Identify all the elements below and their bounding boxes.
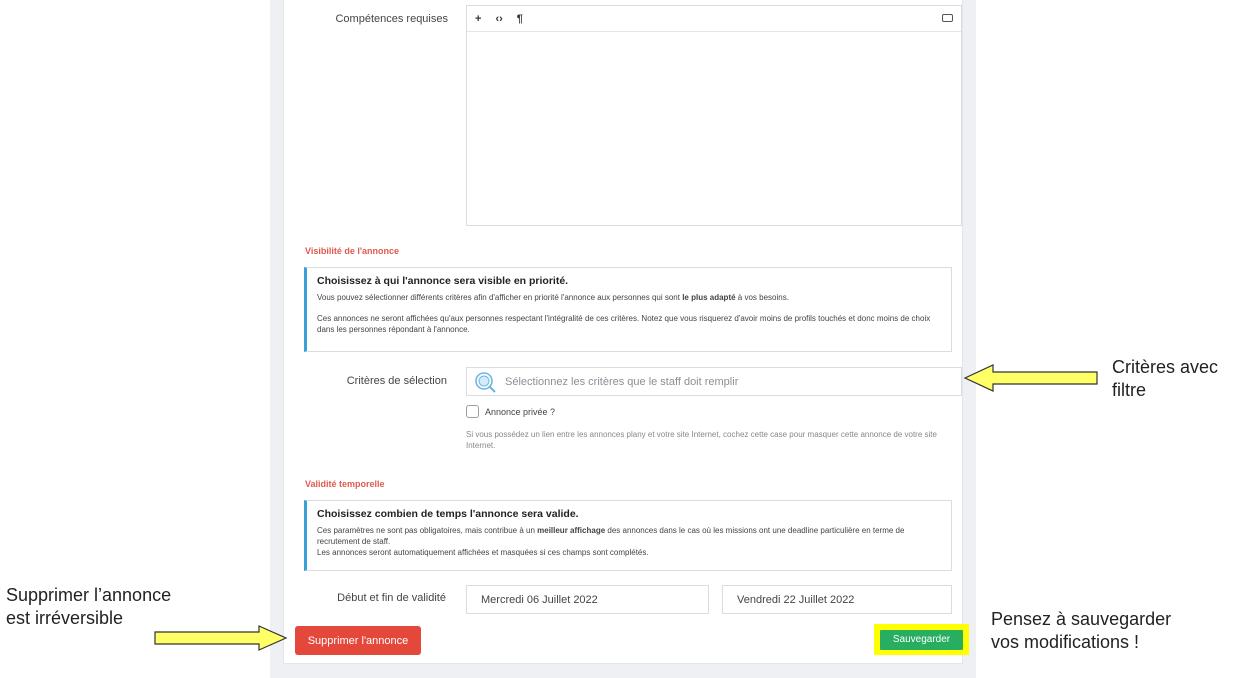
skills-label: Compétences requises [335, 13, 448, 25]
plus-icon[interactable]: + [475, 13, 481, 25]
private-checkbox-row[interactable]: Annonce privée ? [466, 405, 555, 418]
visibility-box-title: Choisissez à qui l'annonce sera visible … [317, 275, 569, 287]
validity-section-title: Validité temporelle [305, 479, 385, 489]
delete-annotation: Supprimer l’annonce est irréversible [6, 585, 172, 628]
private-checkbox[interactable] [466, 405, 479, 418]
delete-arrow-icon [154, 625, 288, 651]
criteria-label: Critères de sélection [346, 375, 447, 387]
criteria-annotation: Critères avec filtre [1112, 357, 1219, 400]
visibility-text-2: Ces annonces ne seront affichées qu'aux … [317, 314, 931, 334]
search-icon [475, 371, 496, 393]
save-highlight: Sauvegarder [874, 624, 969, 655]
validity-text-1: Ces paramètres ne sont pas obligatoires,… [317, 526, 905, 546]
private-label: Annonce privée ? [485, 406, 556, 417]
pilcrow-icon[interactable]: ¶ [517, 13, 523, 25]
save-button[interactable]: Sauvegarder [880, 629, 963, 650]
visibility-infobox: Choisissez à qui l'annonce sera visible … [304, 267, 952, 352]
editor-toolbar: + ‹› ¶ [467, 6, 961, 32]
validity-text-2: Les annonces seront automatiquement affi… [317, 548, 649, 557]
keyboard-icon[interactable] [942, 14, 953, 22]
visibility-section-title: Visibilité de l'annonce [305, 246, 399, 256]
skills-editor[interactable]: + ‹› ¶ [466, 5, 962, 226]
private-help-text: Si vous possédez un lien entre les annon… [466, 430, 937, 450]
code-icon[interactable]: ‹› [495, 13, 502, 25]
dates-label: Début et fin de validité [337, 592, 446, 604]
visibility-text-1: Vous pouvez sélectionner différents crit… [317, 293, 789, 302]
start-date-input[interactable]: Mercredi 06 Juillet 2022 [466, 585, 709, 614]
delete-button[interactable]: Supprimer l'annonce [295, 626, 421, 655]
criteria-placeholder: Sélectionnez les critères que le staff d… [505, 375, 739, 388]
validity-infobox: Choisissez combien de temps l'annonce se… [304, 500, 952, 571]
end-date-input[interactable]: Vendredi 22 Juillet 2022 [722, 585, 952, 614]
save-annotation: Pensez à sauvegarder vos modifications ! [991, 609, 1172, 652]
criteria-select[interactable]: Sélectionnez les critères que le staff d… [466, 367, 962, 396]
criteria-arrow-icon [963, 364, 1098, 392]
validity-box-title: Choisissez combien de temps l'annonce se… [317, 508, 579, 520]
